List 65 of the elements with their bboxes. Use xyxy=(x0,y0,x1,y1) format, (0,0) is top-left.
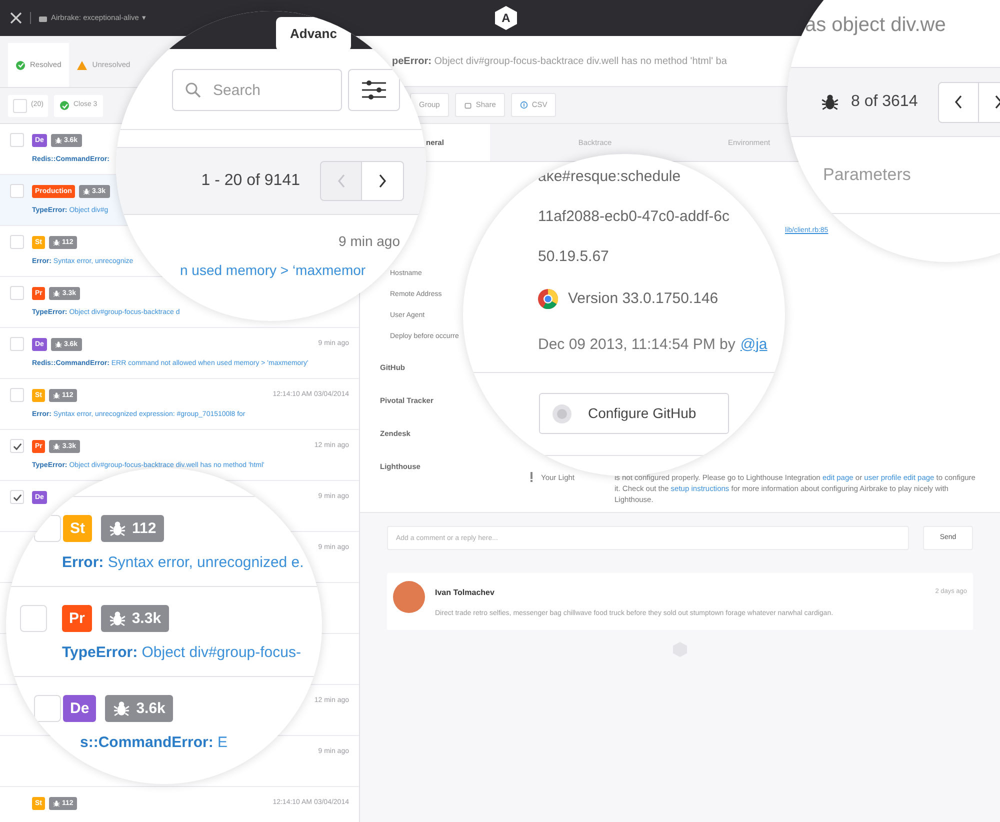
check-icon xyxy=(12,492,22,502)
chevron-right-icon xyxy=(378,174,387,188)
search-icon xyxy=(185,82,201,98)
bug-icon xyxy=(53,442,60,450)
tooltip: Advanc xyxy=(276,17,351,51)
environment-badge: Pr xyxy=(62,605,92,632)
bug-icon xyxy=(54,340,62,348)
detail-value: ake#resque:schedule xyxy=(538,168,682,185)
warning-icon xyxy=(77,60,88,70)
comment-author: Ivan Tolmachev xyxy=(435,587,494,599)
browser-icon xyxy=(538,289,558,310)
checkbox[interactable] xyxy=(10,337,24,351)
checkbox[interactable] xyxy=(10,439,24,453)
error-message: TypeError: Object div#group-focus- xyxy=(62,643,301,663)
sliders-icon xyxy=(361,80,387,100)
bug-icon xyxy=(821,93,839,111)
bug-icon xyxy=(82,188,90,194)
user-link[interactable]: @ja xyxy=(740,334,768,356)
checkbox[interactable] xyxy=(10,388,24,402)
error-title: as object div.we xyxy=(804,13,947,38)
bug-icon xyxy=(109,520,126,537)
bug-icon xyxy=(113,700,130,717)
parameters-tab[interactable]: Parameters xyxy=(823,162,911,188)
pagination-range: 1 - 20 of 9141 xyxy=(201,171,300,191)
chevron-left-icon xyxy=(336,174,346,188)
filter-button[interactable] xyxy=(348,69,400,111)
error-title: peError: Object div#group-focus-backtrace div.well has no method 'html' ba xyxy=(392,54,727,68)
check-circle-icon xyxy=(16,60,25,70)
bug-icon xyxy=(53,392,60,398)
checkbox[interactable] xyxy=(10,286,24,300)
error-message: Error: Syntax error, unrecognized e. xyxy=(62,553,304,573)
environment-badge: St xyxy=(63,515,92,542)
checkbox[interactable] xyxy=(34,695,61,722)
detail-value: 50.19.5.67 xyxy=(538,248,610,265)
detail-value: 11af2088-ecb0-47c0-addf-6c xyxy=(538,208,731,225)
checkbox[interactable] xyxy=(13,98,27,112)
count-badge: 3.3k xyxy=(100,605,170,632)
logo: A xyxy=(495,6,517,30)
time-label: 9 min ago xyxy=(338,232,400,251)
alert-icon xyxy=(530,472,533,482)
check-circle-icon xyxy=(60,101,70,110)
bug-icon xyxy=(53,800,60,806)
checkbox[interactable] xyxy=(10,133,24,147)
check-icon xyxy=(12,442,22,450)
bug-icon xyxy=(53,290,60,296)
info-icon xyxy=(520,101,528,109)
checkbox[interactable] xyxy=(20,605,47,632)
error-message: n used memory > ‘maxmemor xyxy=(180,261,366,280)
bug-icon xyxy=(54,136,62,144)
count-badge: 3.6k xyxy=(105,695,174,722)
bug-icon xyxy=(53,238,60,246)
chevron-left-icon xyxy=(954,95,963,109)
deploy-value: Dec 09 2013, 11:14:54 PM by xyxy=(538,334,736,354)
search-field[interactable]: Search xyxy=(172,69,342,111)
user-agent-value: Version 33.0.1750.146 xyxy=(568,289,718,309)
checkbox[interactable] xyxy=(10,490,24,504)
bug-icon xyxy=(108,610,126,627)
checkbox[interactable] xyxy=(10,184,24,198)
error-message: s::CommandError: E xyxy=(80,733,228,753)
configure-github-button[interactable]: Configure GitHub xyxy=(539,393,729,434)
occurrence-counter: 8 of 3614 xyxy=(851,92,918,112)
count-badge: 112 xyxy=(101,515,164,542)
checkbox[interactable] xyxy=(10,235,24,249)
environment-badge: De xyxy=(63,695,96,722)
avatar xyxy=(393,581,425,613)
